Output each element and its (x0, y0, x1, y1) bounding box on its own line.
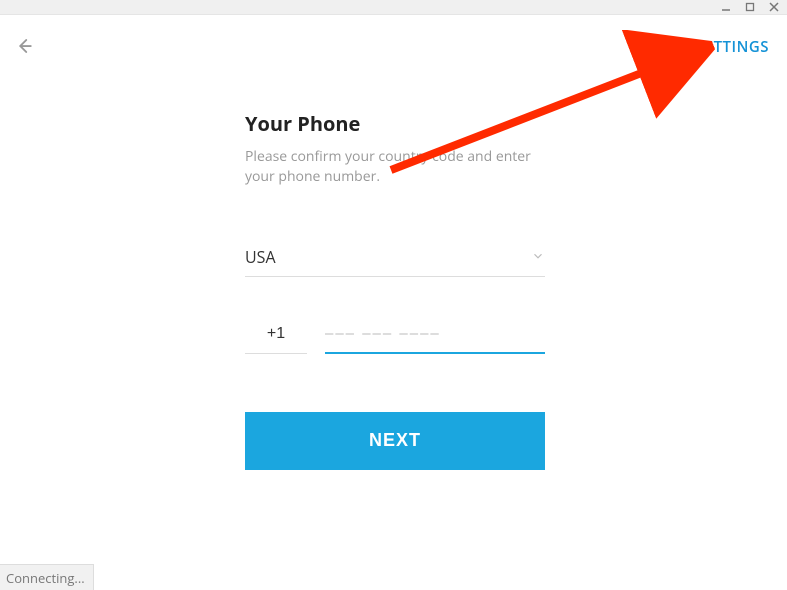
page-title: Your Phone (245, 110, 545, 137)
phone-number-input[interactable] (325, 325, 545, 354)
login-form: Your Phone Please confirm your country c… (245, 110, 545, 470)
country-code-input[interactable] (245, 325, 307, 354)
phone-row (245, 325, 545, 354)
maximize-button[interactable] (743, 0, 757, 14)
title-bar (0, 0, 787, 15)
back-button[interactable] (15, 37, 35, 57)
minimize-button[interactable] (719, 0, 733, 14)
country-select[interactable]: USA (245, 246, 545, 277)
next-button[interactable]: NEXT (245, 412, 545, 470)
country-name: USA (245, 246, 276, 268)
settings-link[interactable]: SETTINGS (696, 37, 769, 57)
status-text: Connecting... (0, 564, 94, 590)
page-subtitle: Please confirm your country code and ent… (245, 147, 545, 188)
chevron-down-icon (531, 246, 545, 268)
top-row: SETTINGS (0, 35, 787, 65)
close-button[interactable] (767, 0, 781, 14)
